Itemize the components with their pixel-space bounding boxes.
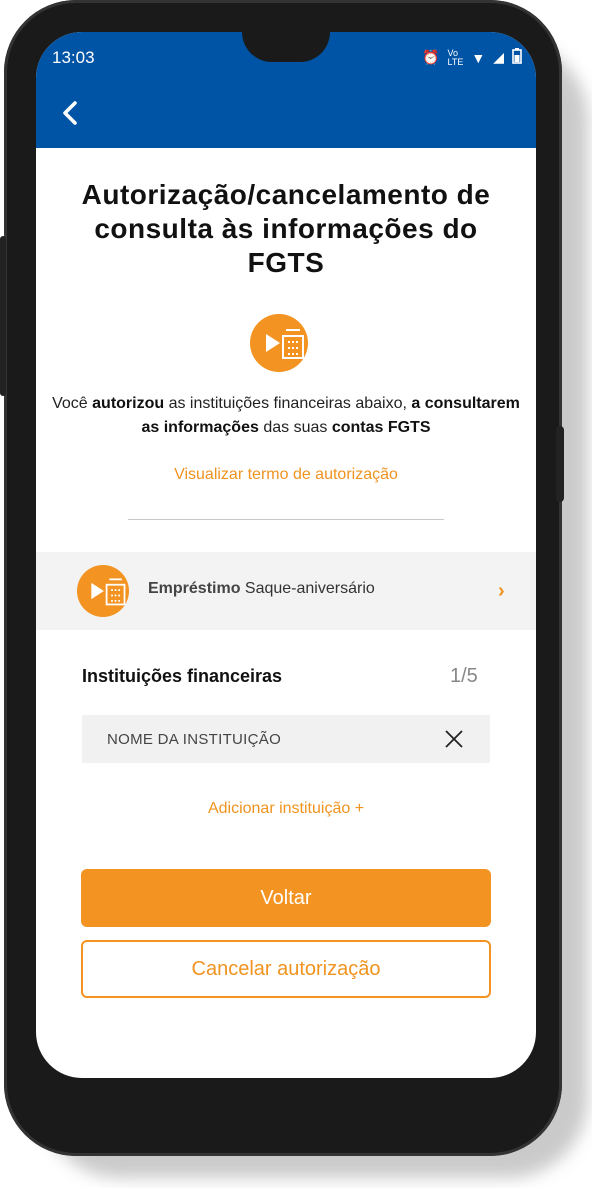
side-button-left: [0, 236, 6, 396]
loan-type-bold: Empréstimo: [148, 580, 241, 597]
phone-frame: 13:03 ⏰ Vo LTE ▼ ◢ Autorização/cancelamen…: [0, 0, 564, 1156]
chevron-right-icon: ›: [498, 580, 505, 602]
status-icons: ⏰ Vo LTE ▼ ◢: [422, 48, 522, 67]
cancel-authorization-button[interactable]: Cancelar autorização: [81, 940, 491, 998]
video-loan-icon: [77, 565, 129, 617]
battery-icon: [512, 48, 522, 67]
institution-name: NOME DA INSTITUIÇÃO: [107, 731, 282, 748]
back-button[interactable]: [56, 96, 86, 130]
video-loan-icon: [250, 314, 308, 372]
desc-text: Você: [52, 395, 93, 412]
add-institution-link[interactable]: Adicionar instituição +: [136, 800, 436, 818]
chevron-left-icon: [63, 101, 77, 125]
view-terms-link[interactable]: Visualizar termo de autorização: [136, 466, 436, 484]
institution-item: NOME DA INSTITUIÇÃO: [82, 715, 490, 763]
page-title: Autorização/cancelamento de consulta às …: [81, 179, 491, 278]
desc-bold: contas FGTS: [331, 419, 431, 436]
loan-type-name: Saque-aniversário: [240, 580, 375, 597]
screen: 13:03 ⏰ Vo LTE ▼ ◢ Autorização/cancelamen…: [36, 32, 536, 1078]
back-action-button[interactable]: Voltar: [81, 869, 491, 927]
wifi-icon: ▼: [471, 49, 486, 66]
status-time: 13:03: [52, 48, 95, 67]
authorization-description: Você autorizou as instituições financeir…: [50, 392, 522, 440]
institutions-count: 1/5: [450, 665, 478, 687]
divider: [128, 519, 444, 520]
desc-text: as instituições financeiras abaixo,: [164, 395, 412, 412]
loan-type-row[interactable]: Empréstimo Saque-aniversário ›: [36, 552, 536, 630]
volte-icon: Vo LTE: [447, 47, 464, 67]
close-icon[interactable]: [444, 729, 464, 749]
desc-bold: autorizou: [92, 395, 165, 412]
loan-type-label: Empréstimo Saque-aniversário: [148, 580, 375, 598]
institutions-title: Instituições financeiras: [82, 666, 283, 686]
alarm-icon: ⏰: [422, 49, 440, 65]
side-button-right: [556, 426, 564, 502]
signal-icon: ◢: [493, 49, 504, 65]
desc-text: das suas: [258, 419, 332, 436]
